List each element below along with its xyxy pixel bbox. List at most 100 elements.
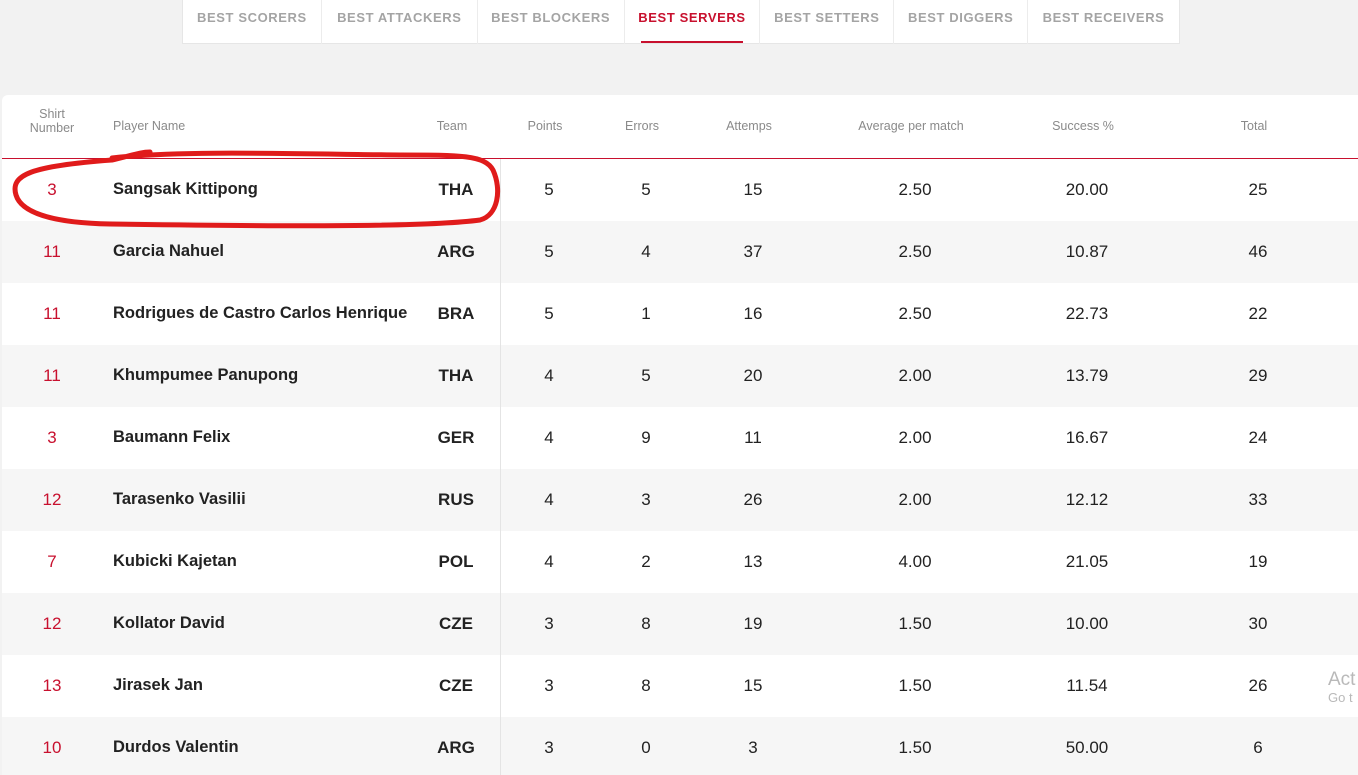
cell-name[interactable]: Kubicki Kajetan — [113, 552, 413, 571]
cell-errors: 8 — [641, 614, 651, 633]
column-divider — [500, 159, 501, 775]
watermark-line-2: Go t — [1328, 690, 1353, 705]
stats-table: Shirt Number Player Name Team Points Err… — [2, 95, 1358, 775]
cell-name[interactable]: Kollator David — [113, 614, 413, 633]
col-success[interactable]: Success % — [1033, 119, 1133, 133]
cell-average: 2.50 — [898, 180, 932, 199]
cell-team: RUS — [438, 490, 474, 509]
cell-name[interactable]: Baumann Felix — [113, 428, 413, 447]
cell-shirt: 11 — [43, 242, 61, 261]
col-attempts[interactable]: Attemps — [709, 119, 789, 133]
cell-name[interactable]: Tarasenko Vasilii — [113, 490, 413, 509]
cell-success: 12.12 — [1065, 490, 1109, 509]
table-row[interactable]: 10 Durdos Valentin ARG 3 0 3 1.50 50.00 6 — [2, 717, 1358, 775]
table-header: Shirt Number Player Name Team Points Err… — [2, 95, 1358, 159]
cell-success: 11.54 — [1066, 676, 1108, 695]
cell-team: POL — [438, 552, 474, 571]
watermark-line-1: Act — [1328, 669, 1356, 690]
table-row[interactable]: 3 Sangsak Kittipong THA 5 5 15 2.50 20.00 25 — [2, 159, 1358, 221]
cell-total: 24 — [1248, 428, 1268, 447]
cell-name[interactable]: Jirasek Jan — [113, 676, 413, 695]
cell-shirt: 3 — [47, 180, 57, 199]
cell-points: 3 — [544, 738, 554, 757]
cell-errors: 1 — [641, 304, 651, 323]
cell-team: CZE — [439, 614, 473, 633]
tab-best-scorers[interactable]: BEST SCORERS — [183, 0, 322, 44]
col-points[interactable]: Points — [510, 119, 580, 133]
cell-average: 1.50 — [898, 738, 932, 757]
cell-errors: 2 — [641, 552, 651, 571]
col-team[interactable]: Team — [422, 119, 482, 133]
table-row[interactable]: 7 Kubicki Kajetan POL 4 2 13 4.00 21.05 19 — [2, 531, 1358, 593]
cell-points: 4 — [544, 490, 554, 509]
cell-name[interactable]: Garcia Nahuel — [113, 242, 413, 261]
cell-errors: 4 — [641, 242, 651, 261]
table-row[interactable]: 11 Garcia Nahuel ARG 5 4 37 2.50 10.87 46 — [2, 221, 1358, 283]
tab-best-diggers[interactable]: BEST DIGGERS — [894, 0, 1029, 44]
col-errors[interactable]: Errors — [607, 119, 677, 133]
cell-average: 4.00 — [898, 552, 932, 571]
cell-shirt: 3 — [47, 428, 57, 447]
cell-name[interactable]: Rodrigues de Castro Carlos Henrique — [113, 304, 413, 323]
cell-average: 2.50 — [898, 304, 932, 323]
cell-shirt: 7 — [47, 552, 57, 571]
col-shirt-number[interactable]: Shirt Number — [22, 107, 82, 135]
cell-total: 6 — [1253, 738, 1263, 757]
cell-team: ARG — [437, 242, 475, 261]
cell-points: 5 — [544, 180, 554, 199]
cell-name[interactable]: Durdos Valentin — [113, 738, 413, 757]
cell-success: 20.00 — [1065, 180, 1109, 199]
col-total[interactable]: Total — [1219, 119, 1289, 133]
cell-team: THA — [438, 180, 474, 199]
cell-errors: 9 — [641, 428, 651, 447]
cell-team: CZE — [439, 676, 473, 695]
table-row[interactable]: 3 Baumann Felix GER 4 9 11 2.00 16.67 24 — [2, 407, 1358, 469]
cell-shirt: 12 — [42, 614, 62, 633]
cell-total: 22 — [1248, 304, 1268, 323]
cell-total: 33 — [1248, 490, 1268, 509]
cell-points: 4 — [544, 366, 554, 385]
cell-attempts: 20 — [743, 366, 763, 385]
cell-attempts: 15 — [743, 180, 763, 199]
cell-shirt: 12 — [42, 490, 62, 509]
cell-shirt: 13 — [42, 676, 62, 695]
tab-best-receivers[interactable]: BEST RECEIVERS — [1028, 0, 1179, 44]
cell-name[interactable]: Khumpumee Panupong — [113, 366, 413, 385]
table-row[interactable]: 12 Kollator David CZE 3 8 19 1.50 10.00 30 — [2, 593, 1358, 655]
cell-total: 25 — [1248, 180, 1268, 199]
cell-errors: 3 — [641, 490, 651, 509]
tab-best-servers[interactable]: BEST SERVERS — [625, 0, 761, 44]
cell-errors: 5 — [641, 366, 651, 385]
windows-activation-watermark: Act Go t — [1328, 670, 1355, 706]
cell-average: 2.00 — [898, 428, 932, 447]
cell-team: BRA — [437, 304, 475, 323]
col-average-per-match[interactable]: Average per match — [831, 119, 991, 133]
cell-team: ARG — [437, 738, 475, 757]
cell-attempts: 37 — [743, 242, 763, 261]
cell-points: 4 — [544, 428, 554, 447]
stats-tabs: BEST SCORERS BEST ATTACKERS BEST BLOCKERS B… — [182, 0, 1180, 44]
cell-shirt: 11 — [43, 304, 61, 323]
tab-best-attackers[interactable]: BEST ATTACKERS — [322, 0, 478, 44]
cell-average: 1.50 — [898, 676, 932, 695]
cell-points: 3 — [544, 614, 554, 633]
cell-team: THA — [438, 366, 474, 385]
table-row[interactable]: 13 Jirasek Jan CZE 3 8 15 1.50 11.54 26 — [2, 655, 1358, 717]
col-player-name[interactable]: Player Name — [113, 119, 185, 133]
cell-average: 1.50 — [898, 614, 932, 633]
cell-success: 13.79 — [1065, 366, 1109, 385]
cell-name[interactable]: Sangsak Kittipong — [113, 180, 413, 199]
table-row[interactable]: 11 Rodrigues de Castro Carlos Henrique BRA… — [2, 283, 1358, 345]
table-row[interactable]: 11 Khumpumee Panupong THA 4 5 20 2.00 13.79 29 — [2, 345, 1358, 407]
tab-best-blockers[interactable]: BEST BLOCKERS — [478, 0, 625, 44]
cell-errors: 8 — [641, 676, 651, 695]
cell-shirt: 11 — [43, 366, 61, 385]
cell-total: 46 — [1248, 242, 1268, 261]
cell-total: 30 — [1248, 614, 1268, 633]
cell-success: 50.00 — [1065, 738, 1109, 757]
cell-points: 5 — [544, 304, 554, 323]
table-row[interactable]: 12 Tarasenko Vasilii RUS 4 3 26 2.00 12.12 33 — [2, 469, 1358, 531]
cell-attempts: 16 — [743, 304, 763, 323]
tab-best-setters[interactable]: BEST SETTERS — [760, 0, 895, 44]
cell-shirt: 10 — [42, 738, 62, 757]
